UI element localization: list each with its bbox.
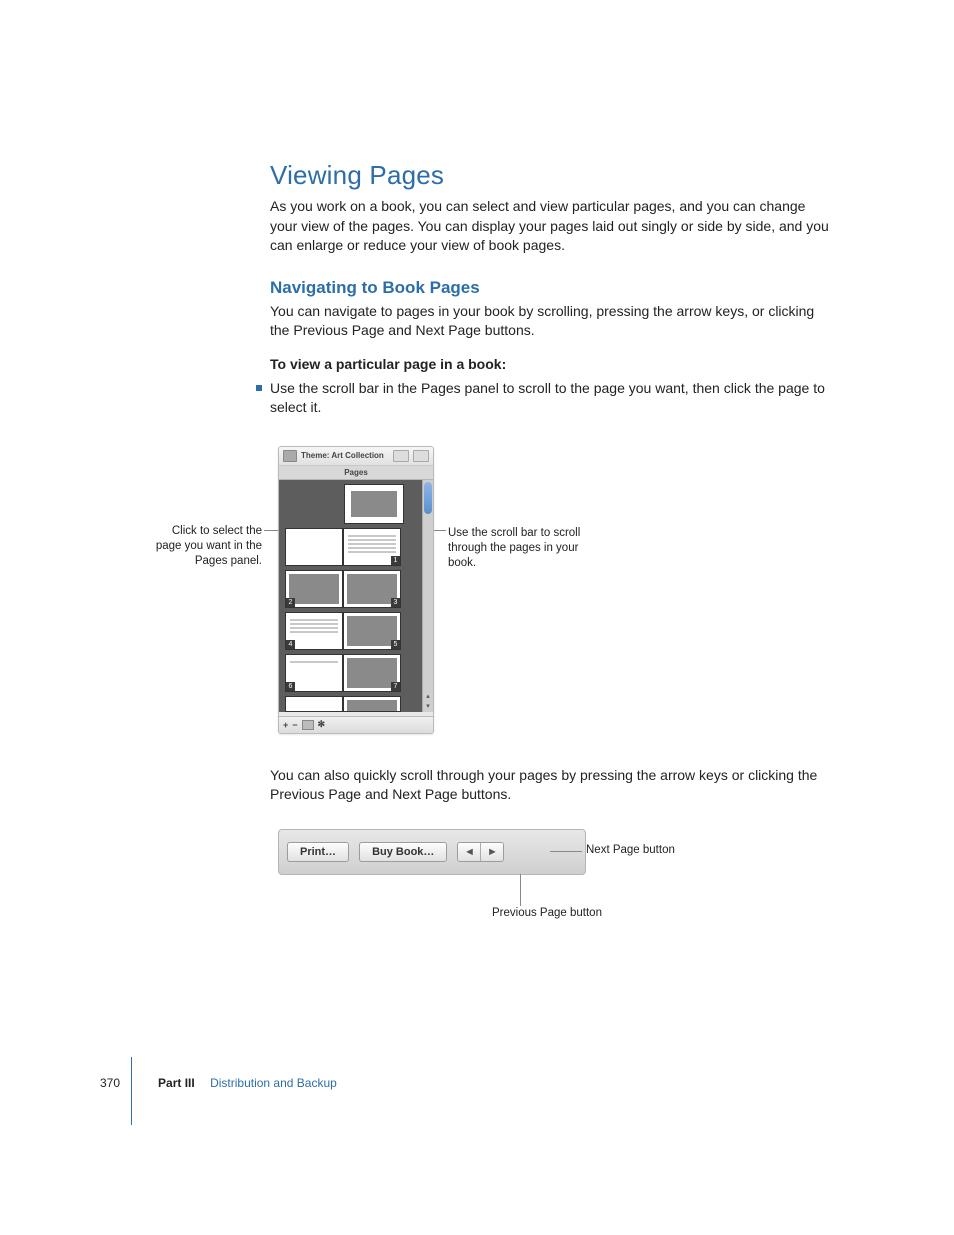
- body-paragraph: You can also quickly scroll through your…: [270, 766, 830, 805]
- expand-button[interactable]: [413, 450, 429, 462]
- page-number: 6: [286, 682, 295, 691]
- callout-line: [434, 530, 446, 531]
- buy-book-button[interactable]: Buy Book…: [359, 842, 447, 862]
- page-thumbnail[interactable]: 3: [343, 570, 401, 608]
- part-title: Distribution and Backup: [210, 1076, 337, 1090]
- task-heading: To view a particular page in a book:: [270, 355, 830, 375]
- callout-select-page: Click to select the page you want in the…: [152, 524, 262, 569]
- scroll-up-icon[interactable]: ▴: [424, 692, 432, 700]
- thumbnail-scroll-area[interactable]: 1 2 3: [279, 480, 433, 712]
- theme-label: Theme: Art Collection: [301, 451, 389, 460]
- task-step: Use the scroll bar in the Pages panel to…: [270, 379, 830, 418]
- panel-app-icon: [283, 450, 297, 462]
- section-heading: Viewing Pages: [270, 160, 830, 191]
- intro-paragraph: As you work on a book, you can select an…: [270, 197, 830, 256]
- caption-previous-page: Previous Page button: [492, 907, 602, 919]
- page-thumbnail[interactable]: [285, 528, 343, 566]
- layout-button[interactable]: [302, 720, 314, 730]
- page-thumbnail[interactable]: [345, 485, 403, 523]
- page-thumbnail[interactable]: 4: [285, 612, 343, 650]
- page-number: 4: [286, 640, 295, 649]
- part-label: Part III: [158, 1076, 195, 1090]
- remove-page-button[interactable]: −: [292, 720, 297, 730]
- view-mode-button[interactable]: [393, 450, 409, 462]
- previous-page-button[interactable]: ◄: [458, 843, 481, 861]
- scroll-down-icon[interactable]: ▾: [424, 702, 432, 710]
- caption-next-page: Next Page button: [586, 844, 675, 856]
- callout-line: [264, 530, 278, 531]
- callout-line: [550, 851, 582, 852]
- margin-rule: [131, 1057, 132, 1125]
- next-page-button[interactable]: ►: [481, 843, 503, 861]
- pages-tab[interactable]: Pages: [279, 466, 433, 480]
- page-number: 3: [391, 598, 400, 607]
- page-thumbnail[interactable]: [343, 696, 401, 712]
- print-button[interactable]: Print…: [287, 842, 349, 862]
- scrollbar-track[interactable]: ▴ ▾: [422, 480, 433, 712]
- panel-header: Theme: Art Collection: [279, 447, 433, 466]
- page-thumbnail[interactable]: [285, 696, 343, 712]
- page-footer: 370 Part III Distribution and Backup: [100, 1076, 660, 1090]
- page-thumbnail[interactable]: 2: [285, 570, 343, 608]
- callout-line: [520, 874, 521, 906]
- callout-scrollbar: Use the scroll bar to scroll through the…: [448, 526, 608, 571]
- panel-footer: + − ✻: [279, 716, 433, 733]
- page-thumbnail[interactable]: 7: [343, 654, 401, 692]
- book-toolbar: Print… Buy Book… ◄ ►: [278, 829, 586, 875]
- page-thumbnail[interactable]: 1: [343, 528, 401, 566]
- page-number: 5: [391, 640, 400, 649]
- settings-gear-icon[interactable]: ✻: [318, 719, 326, 730]
- add-page-button[interactable]: +: [283, 720, 288, 730]
- bullet-icon: [256, 385, 262, 391]
- page-thumbnail[interactable]: 6: [285, 654, 343, 692]
- subsection-heading: Navigating to Book Pages: [270, 278, 830, 298]
- pages-panel: Theme: Art Collection Pages: [278, 446, 434, 734]
- scrollbar-thumb[interactable]: [424, 482, 432, 514]
- page-number: 7: [391, 682, 400, 691]
- page-number: 1: [391, 556, 400, 565]
- page-number: 370: [100, 1076, 120, 1090]
- subsection-intro: You can navigate to pages in your book b…: [270, 302, 830, 341]
- page-thumbnail[interactable]: 5: [343, 612, 401, 650]
- page-number: 2: [286, 598, 295, 607]
